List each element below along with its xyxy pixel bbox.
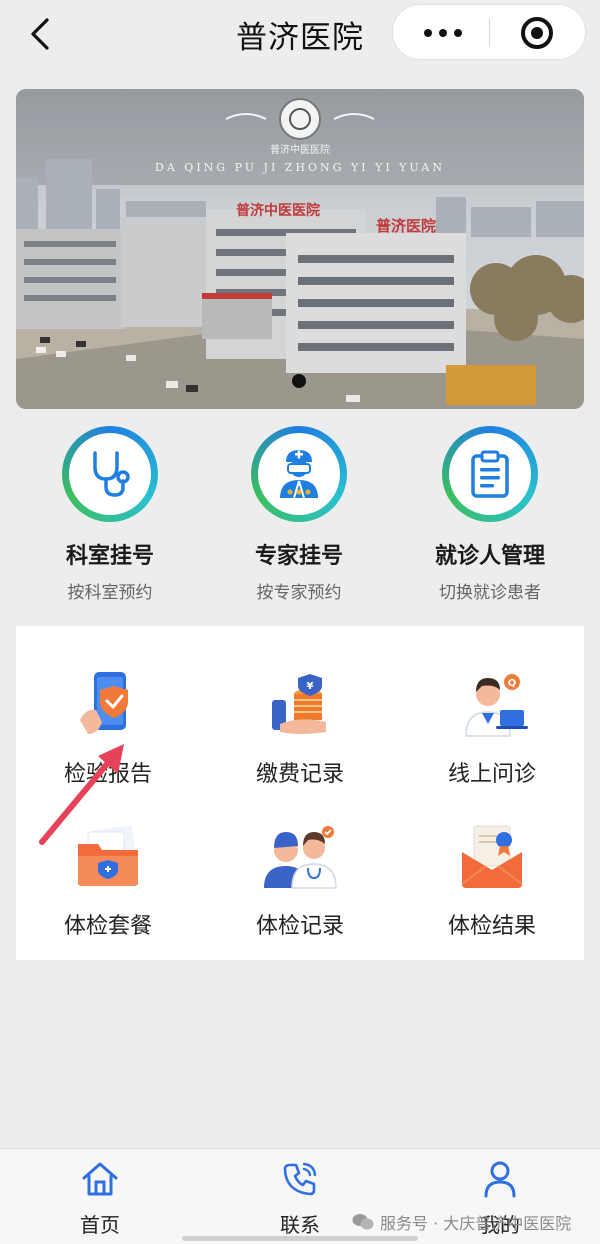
ring-frame (251, 426, 347, 522)
ring-center (258, 433, 340, 515)
online-consultation-button[interactable]: Q 线上问诊 (402, 670, 582, 800)
service-label: 体检结果 (447, 914, 536, 939)
home-indicator (182, 1236, 418, 1241)
more-menu-button[interactable] (401, 5, 485, 61)
online-doctor-icon: Q (465, 674, 528, 737)
tab-contact[interactable]: 联系 (240, 1159, 360, 1238)
checkup-records-button[interactable]: 体检记录 (210, 822, 390, 952)
wechat-icon (352, 1214, 374, 1230)
phone-icon (283, 1162, 317, 1196)
banner-sign-right: 普济医院 (376, 217, 436, 235)
quick-entry-title: 就诊人管理 (434, 544, 545, 569)
service-label: 体检记录 (255, 914, 344, 939)
checkup-results-button[interactable]: 体检结果 (402, 822, 582, 952)
doctor-icon (280, 450, 318, 499)
patient-management-button[interactable]: 就诊人管理 切换就诊患者 (390, 426, 590, 603)
svg-text:¥: ¥ (307, 681, 314, 692)
tab-home[interactable]: 首页 (40, 1159, 160, 1238)
ring-frame (62, 426, 158, 522)
service-label: 线上问诊 (447, 762, 536, 787)
carousel-indicator[interactable] (292, 374, 306, 388)
clipboard-icon (471, 450, 509, 498)
envelope-certificate-icon (461, 825, 523, 888)
close-miniprogram-button[interactable] (521, 17, 553, 49)
ring-frame (442, 426, 538, 522)
department-registration-button[interactable]: 科室挂号 按科室预约 (10, 426, 210, 603)
banner-pinyin: DA QING PU JI ZHONG YI YI YUAN (155, 161, 445, 174)
quick-entry-subtitle: 按专家预约 (256, 583, 342, 603)
nav-header: 普济医院 (0, 0, 600, 74)
coins-icon: ¥ (272, 674, 326, 734)
tab-label: 联系 (280, 1213, 320, 1237)
quick-entry-subtitle: 切换就诊患者 (439, 583, 541, 603)
service-label: 检验报告 (63, 762, 152, 787)
quick-entry-title: 专家挂号 (254, 544, 343, 569)
doctors-team-icon (264, 826, 337, 889)
tab-label: 首页 (80, 1213, 120, 1237)
lab-report-button[interactable]: 检验报告 (18, 670, 198, 800)
checkup-package-button[interactable]: 体检套餐 (18, 822, 198, 952)
watermark-text: 服务号 · 大庆普济中医医院 (380, 1214, 572, 1233)
banner-logo-text: 普济中医医院 (270, 143, 330, 156)
banner-carousel[interactable]: 普济中医医院 DA QING PU JI ZHONG YI YI YUAN 普济… (16, 89, 584, 409)
phone-shield-icon (80, 672, 128, 734)
quick-entry-subtitle: 按科室预约 (67, 583, 153, 603)
services-grid: 检验报告 ¥ 缴费记录 Q 线上问诊 体检套餐 体检记录 体检结果 (16, 626, 584, 960)
mini-program-capsule (392, 4, 586, 60)
banner-sign-left: 普济中医医院 (236, 202, 320, 219)
svg-text:Q: Q (508, 678, 517, 689)
watermark: 服务号 · 大庆普济中医医院 (352, 1210, 571, 1234)
folder-medical-icon (78, 825, 138, 886)
home-icon (82, 1162, 118, 1196)
hospital-building-photo: 普济中医医院 DA QING PU JI ZHONG YI YI YUAN 普济… (16, 89, 584, 409)
ring-center (449, 433, 531, 515)
payment-records-button[interactable]: ¥ 缴费记录 (210, 670, 390, 800)
user-icon (484, 1161, 516, 1198)
expert-registration-button[interactable]: 专家挂号 按专家预约 (199, 426, 399, 603)
service-label: 体检套餐 (63, 914, 152, 939)
ring-center (69, 433, 151, 515)
stethoscope-icon (93, 451, 130, 497)
service-label: 缴费记录 (255, 762, 344, 787)
capsule-divider (489, 19, 490, 47)
quick-entry-title: 科室挂号 (65, 544, 154, 569)
